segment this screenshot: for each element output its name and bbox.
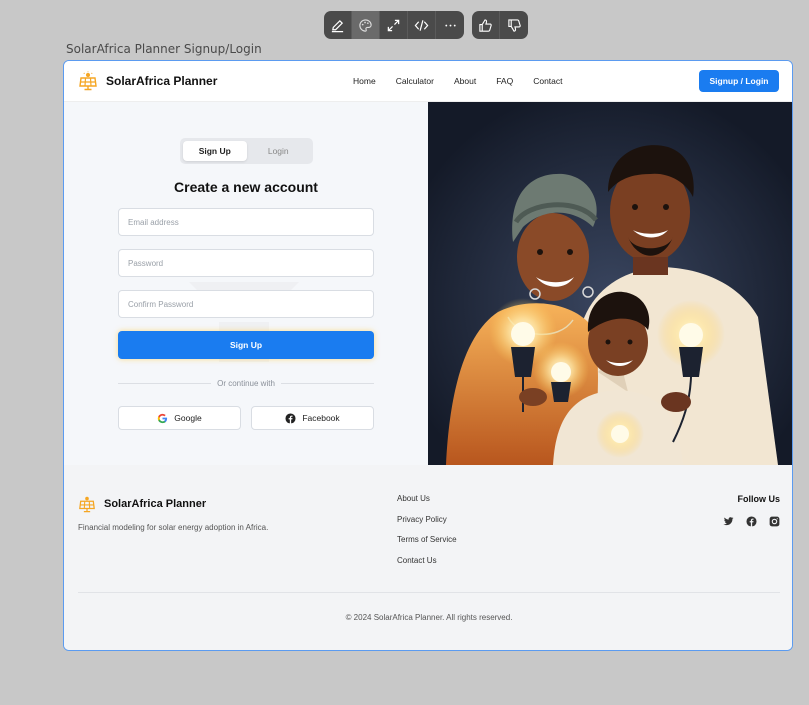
footer-tagline: Financial modeling for solar energy adop… [78, 523, 269, 532]
thumbs-down-button[interactable] [500, 11, 528, 39]
or-divider: Or continue with [118, 378, 374, 388]
pencil-icon [331, 19, 344, 32]
form-title: Create a new account [174, 179, 318, 195]
footer-link-terms[interactable]: Terms of Service [397, 535, 457, 556]
footer: SolarAfrica Planner Financial modeling f… [64, 465, 792, 650]
solar-panel-icon [79, 496, 95, 513]
nav-links: Home Calculator About FAQ Contact [353, 76, 583, 86]
edit-tools-group [324, 11, 464, 39]
divider-text: Or continue with [217, 378, 275, 388]
hero-illustration [428, 102, 792, 465]
password-field[interactable]: Password [118, 249, 374, 277]
solar-panel-icon [79, 71, 97, 91]
nav-link-calculator[interactable]: Calculator [396, 76, 434, 86]
footer-brand[interactable]: SolarAfrica Planner [78, 495, 206, 513]
thumbs-up-icon [479, 18, 492, 32]
expand-icon [387, 19, 400, 31]
thumbs-up-button[interactable] [472, 11, 500, 39]
frame-title: SolarAfrica Planner Signup/Login [66, 42, 262, 56]
family-solar-lights-illustration [428, 102, 792, 465]
thumbs-down-icon [507, 18, 521, 32]
footer-separator [78, 592, 780, 593]
email-field[interactable]: Email address [118, 208, 374, 236]
nav-link-contact[interactable]: Contact [533, 76, 562, 86]
brand[interactable]: SolarAfrica Planner [78, 71, 217, 91]
signup-login-button[interactable]: Signup / Login [699, 70, 779, 92]
brand-name: SolarAfrica Planner [106, 74, 218, 88]
feedback-group [472, 11, 528, 39]
social-links [723, 516, 780, 527]
follow-heading: Follow Us [737, 494, 781, 504]
facebook-button[interactable]: Facebook [251, 406, 374, 430]
footer-links: About Us Privacy Policy Terms of Service… [397, 494, 457, 576]
facebook-icon[interactable] [746, 516, 757, 527]
divider-line-right [280, 382, 374, 384]
navbar: SolarAfrica Planner Home Calculator Abou… [64, 61, 792, 102]
nav-link-home[interactable]: Home [353, 76, 376, 86]
copyright: © 2024 SolarAfrica Planner. All rights r… [345, 613, 513, 622]
tab-login[interactable]: Login [247, 141, 311, 161]
fullscreen-button[interactable] [380, 11, 408, 39]
theme-button[interactable] [352, 11, 380, 39]
facebook-icon [285, 412, 296, 424]
edit-button[interactable] [324, 11, 352, 39]
auth-panel: Sign Up Login Create a new account Email… [64, 102, 428, 465]
palette-icon [359, 18, 372, 32]
nav-link-faq[interactable]: FAQ [496, 76, 513, 86]
twitter-icon[interactable] [723, 516, 734, 527]
sign-up-button[interactable]: Sign Up [118, 331, 374, 359]
auth-tabs: Sign Up Login [180, 138, 313, 164]
facebook-label: Facebook [302, 413, 340, 423]
google-icon [158, 413, 168, 423]
more-button[interactable] [436, 11, 464, 39]
google-button[interactable]: Google [118, 406, 241, 430]
footer-link-privacy[interactable]: Privacy Policy [397, 515, 457, 536]
code-button[interactable] [408, 11, 436, 39]
confirm-password-field[interactable]: Confirm Password [118, 290, 374, 318]
footer-link-about[interactable]: About Us [397, 494, 457, 515]
top-toolbar [324, 11, 528, 39]
footer-link-contact[interactable]: Contact Us [397, 556, 457, 577]
code-icon [414, 19, 429, 31]
instagram-icon[interactable] [769, 516, 780, 527]
footer-brand-name: SolarAfrica Planner [104, 498, 207, 510]
more-icon [444, 24, 456, 26]
nav-link-about[interactable]: About [454, 76, 476, 86]
google-label: Google [174, 413, 202, 423]
divider-line-left [118, 382, 212, 384]
tab-sign-up[interactable]: Sign Up [183, 141, 247, 161]
app-frame: SolarAfrica Planner Home Calculator Abou… [63, 60, 793, 651]
